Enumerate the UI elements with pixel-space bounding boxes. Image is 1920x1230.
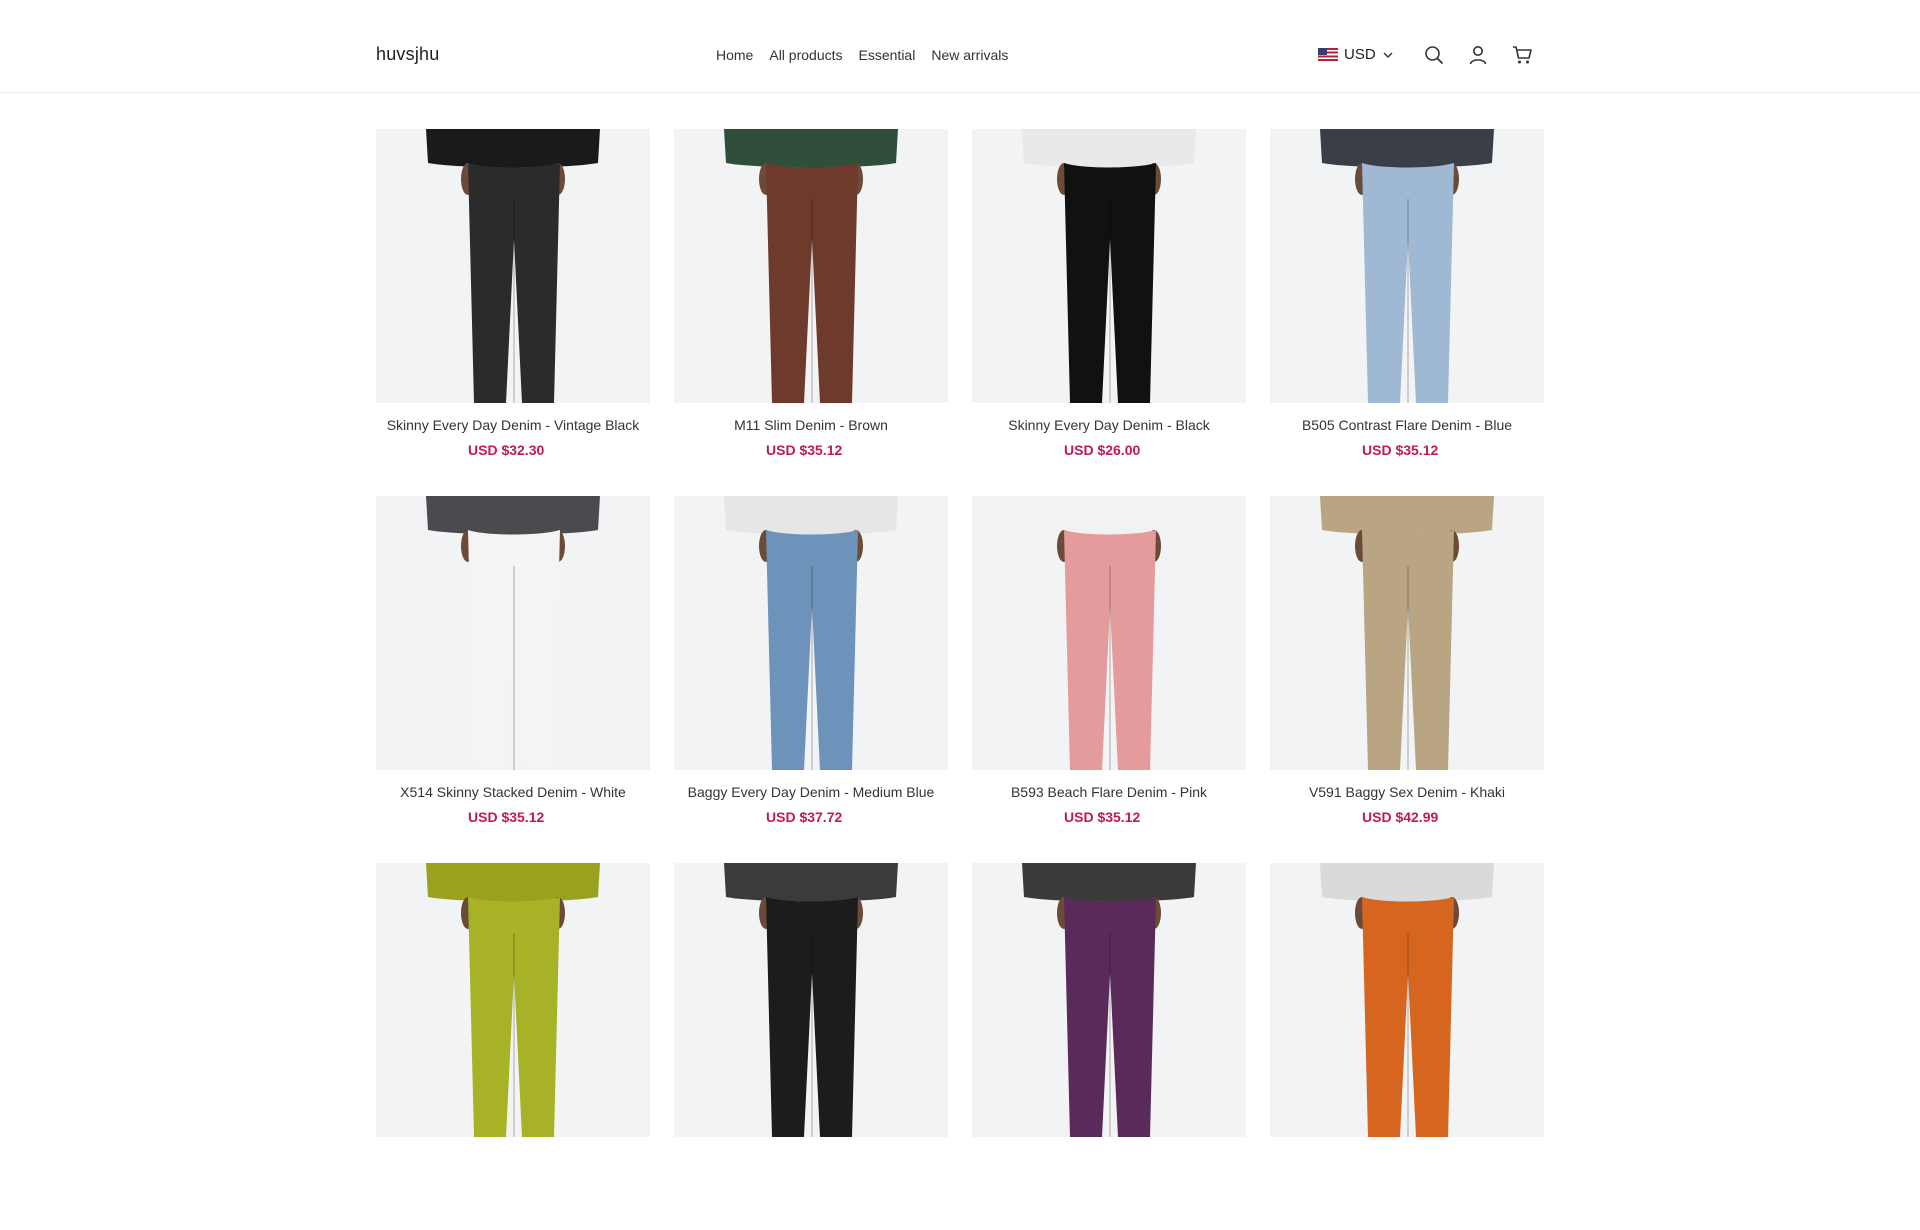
product-price: USD $32.30 (468, 442, 545, 458)
product-image[interactable] (972, 496, 1246, 770)
store-logo[interactable]: huvsjhu (376, 44, 439, 65)
nav-new-arrivals[interactable]: New arrivals (931, 47, 1008, 63)
account-icon[interactable] (1467, 44, 1489, 66)
product-price: USD $42.99 (1362, 809, 1439, 825)
product-card[interactable]: Baggy Every Day Denim - Medium Blue USD $… (674, 496, 948, 863)
search-icon[interactable] (1423, 44, 1445, 66)
currency-label: USD (1344, 46, 1376, 63)
product-name[interactable]: X514 Skinny Stacked Denim - White (376, 783, 650, 801)
product-price: USD $26.00 (1064, 442, 1141, 458)
product-price: USD $35.12 (1362, 442, 1439, 458)
us-flag-icon (1318, 48, 1338, 61)
product-card[interactable]: V591 Baggy Sex Denim - Khaki USD $42.99 (1270, 496, 1544, 863)
product-card[interactable]: M11 Slim Denim - Brown USD $35.12 (674, 129, 948, 496)
product-card[interactable] (376, 863, 650, 1230)
nav-home[interactable]: Home (716, 47, 753, 63)
product-image[interactable] (1270, 129, 1544, 403)
product-name[interactable]: B593 Beach Flare Denim - Pink (972, 783, 1246, 801)
product-image[interactable] (674, 129, 948, 403)
nav-all-products[interactable]: All products (769, 47, 842, 63)
product-image[interactable] (674, 863, 948, 1137)
product-name[interactable]: M11 Slim Denim - Brown (674, 416, 948, 434)
site-header: huvsjhu Home All products Essential New … (0, 0, 1920, 93)
product-price: USD $35.12 (766, 442, 843, 458)
product-name[interactable]: Baggy Every Day Denim - Medium Blue (674, 783, 948, 801)
product-card[interactable]: B593 Beach Flare Denim - Pink USD $35.12 (972, 496, 1246, 863)
product-card[interactable]: B505 Contrast Flare Denim - Blue USD $35.… (1270, 129, 1544, 496)
product-name[interactable]: V591 Baggy Sex Denim - Khaki (1270, 783, 1544, 801)
product-image[interactable] (1270, 496, 1544, 770)
product-image[interactable] (972, 863, 1246, 1137)
product-card[interactable] (674, 863, 948, 1230)
product-grid: Skinny Every Day Denim - Vintage Black US… (376, 129, 1545, 1230)
product-card[interactable]: Skinny Every Day Denim - Vintage Black US… (376, 129, 650, 496)
product-card[interactable] (1270, 863, 1544, 1230)
main-nav: Home All products Essential New arrivals (716, 47, 1008, 63)
product-price: USD $35.12 (1064, 809, 1141, 825)
product-card[interactable]: X514 Skinny Stacked Denim - White USD $35… (376, 496, 650, 863)
product-card[interactable]: Skinny Every Day Denim - Black USD $26.00 (972, 129, 1246, 496)
product-card[interactable] (972, 863, 1246, 1230)
product-name[interactable]: Skinny Every Day Denim - Vintage Black (376, 416, 650, 434)
nav-essential[interactable]: Essential (859, 47, 916, 63)
currency-selector[interactable]: USD (1318, 46, 1394, 63)
product-image[interactable] (972, 129, 1246, 403)
product-image[interactable] (1270, 863, 1544, 1137)
product-image[interactable] (674, 496, 948, 770)
product-image[interactable] (376, 496, 650, 770)
product-image[interactable] (376, 129, 650, 403)
cart-icon[interactable] (1511, 44, 1533, 66)
product-price: USD $35.12 (468, 809, 545, 825)
product-name[interactable]: Skinny Every Day Denim - Black (972, 416, 1246, 434)
product-image[interactable] (376, 863, 650, 1137)
product-name[interactable]: B505 Contrast Flare Denim - Blue (1270, 416, 1544, 434)
chevron-down-icon (1383, 52, 1393, 58)
product-price: USD $37.72 (766, 809, 843, 825)
